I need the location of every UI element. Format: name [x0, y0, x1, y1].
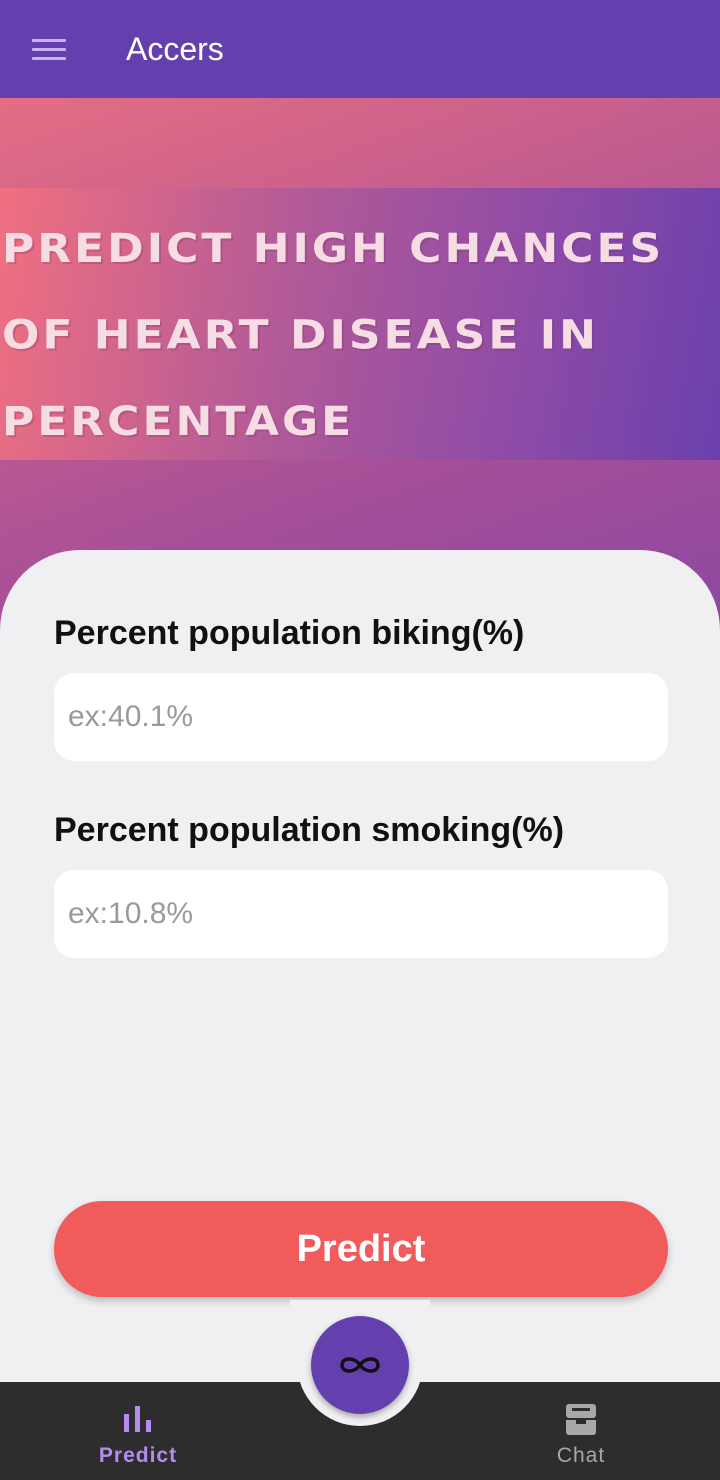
smoking-input[interactable]	[54, 870, 668, 958]
biking-label: Percent population biking(%)	[54, 614, 525, 652]
smoking-label: Percent population smoking(%)	[54, 811, 565, 849]
nav-item-label: Predict	[98, 1444, 178, 1467]
nav-item-chat[interactable]: Chat	[491, 1382, 671, 1480]
hamburger-menu-icon	[32, 33, 66, 66]
inbox-tray-icon	[566, 1404, 596, 1435]
predict-button[interactable]: Predict	[54, 1201, 668, 1297]
biking-input[interactable]	[54, 673, 668, 761]
hero-banner: Predict high chances of Heart disease in…	[0, 188, 720, 460]
infinity-icon	[340, 1357, 380, 1373]
banner-text: Predict high chances of Heart disease in…	[2, 225, 665, 446]
app-title: Accers	[126, 30, 224, 67]
app-bar: Accers	[0, 0, 720, 98]
menu-button[interactable]	[0, 0, 98, 98]
nav-item-predict[interactable]: Predict	[48, 1382, 228, 1480]
nav-item-label: Chat	[556, 1444, 606, 1467]
fab-button[interactable]	[311, 1316, 409, 1414]
prediction-form-sheet: Percent population biking(%) Percent pop…	[0, 550, 720, 1382]
bar-chart-icon	[124, 1406, 151, 1432]
